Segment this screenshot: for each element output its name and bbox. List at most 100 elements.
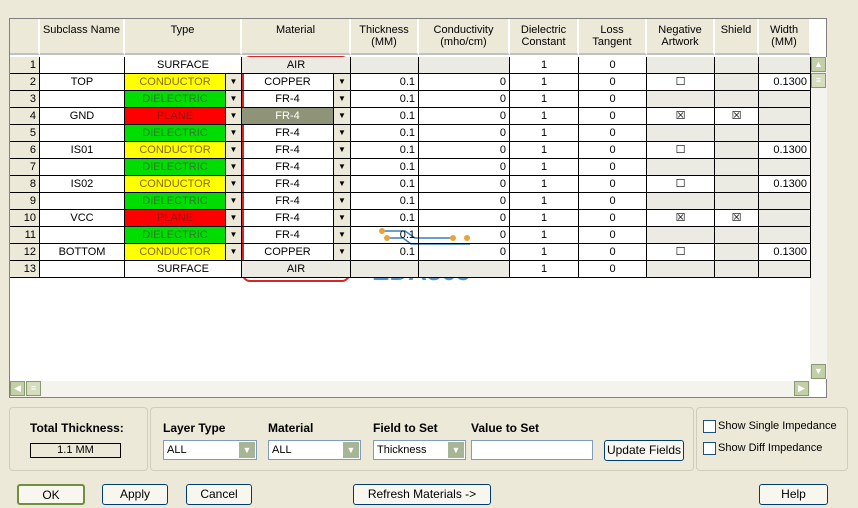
material-cell[interactable]: COPPER — [242, 244, 334, 261]
row-number[interactable]: 12 — [10, 244, 40, 261]
subclass-name-cell[interactable] — [40, 159, 125, 176]
conductivity-cell[interactable]: 0 — [419, 176, 510, 193]
dielectric-constant-cell[interactable]: 1 — [510, 176, 579, 193]
width-cell[interactable] — [759, 57, 811, 74]
row-number[interactable]: 6 — [10, 142, 40, 159]
row-number[interactable]: 11 — [10, 227, 40, 244]
subclass-name-cell[interactable]: TOP — [40, 74, 125, 91]
chevron-down-icon[interactable]: ▼ — [239, 442, 255, 458]
column-header[interactable]: Conductivity (mho/cm) — [419, 19, 510, 55]
type-cell[interactable]: DIELECTRIC — [125, 91, 226, 108]
subclass-name-cell[interactable] — [40, 193, 125, 210]
width-cell[interactable] — [759, 108, 811, 125]
column-header[interactable] — [10, 19, 40, 55]
chevron-down-icon[interactable]: ▼ — [226, 74, 242, 91]
loss-tangent-cell[interactable]: 0 — [579, 57, 647, 74]
thickness-cell[interactable] — [351, 261, 419, 278]
loss-tangent-cell[interactable]: 0 — [579, 142, 647, 159]
dielectric-constant-cell[interactable]: 1 — [510, 125, 579, 142]
material-cell[interactable]: AIR — [242, 261, 351, 278]
loss-tangent-cell[interactable]: 0 — [579, 227, 647, 244]
row-number[interactable]: 1 — [10, 57, 40, 74]
column-header[interactable]: Shield — [715, 19, 759, 55]
type-cell[interactable]: PLANE — [125, 210, 226, 227]
negative-artwork-checkbox[interactable]: ☒ — [647, 210, 715, 227]
dielectric-constant-cell[interactable]: 1 — [510, 108, 579, 125]
type-cell[interactable]: CONDUCTOR — [125, 176, 226, 193]
subclass-name-cell[interactable]: GND — [40, 108, 125, 125]
type-cell[interactable]: CONDUCTOR — [125, 244, 226, 261]
subclass-name-cell[interactable] — [40, 91, 125, 108]
dielectric-constant-cell[interactable]: 1 — [510, 261, 579, 278]
loss-tangent-cell[interactable]: 0 — [579, 159, 647, 176]
loss-tangent-cell[interactable]: 0 — [579, 210, 647, 227]
loss-tangent-cell[interactable]: 0 — [579, 244, 647, 261]
column-header[interactable]: Subclass Name — [40, 19, 125, 55]
dielectric-constant-cell[interactable]: 1 — [510, 193, 579, 210]
subclass-name-cell[interactable] — [40, 261, 125, 278]
conductivity-cell[interactable]: 0 — [419, 159, 510, 176]
width-cell[interactable] — [759, 91, 811, 108]
row-number[interactable]: 13 — [10, 261, 40, 278]
chevron-down-icon[interactable]: ▼ — [334, 74, 351, 91]
thickness-cell[interactable]: 0.1 — [351, 210, 419, 227]
width-cell[interactable] — [759, 261, 811, 278]
thickness-cell[interactable]: 0.1 — [351, 91, 419, 108]
shield-checkbox[interactable]: ☒ — [715, 108, 759, 125]
row-number[interactable]: 8 — [10, 176, 40, 193]
thickness-cell[interactable]: 0.1 — [351, 142, 419, 159]
scroll-thumb[interactable]: ≡ — [811, 73, 826, 88]
column-header[interactable]: Dielectric Constant — [510, 19, 579, 55]
chevron-down-icon[interactable]: ▼ — [334, 108, 351, 125]
shield-checkbox[interactable]: ☒ — [715, 210, 759, 227]
thickness-cell[interactable]: 0.1 — [351, 176, 419, 193]
thickness-cell[interactable] — [351, 57, 419, 74]
dielectric-constant-cell[interactable]: 1 — [510, 244, 579, 261]
width-cell[interactable] — [759, 125, 811, 142]
thickness-cell[interactable]: 0.1 — [351, 227, 419, 244]
value-to-set-input[interactable] — [471, 440, 593, 460]
row-number[interactable]: 9 — [10, 193, 40, 210]
loss-tangent-cell[interactable]: 0 — [579, 125, 647, 142]
row-number[interactable]: 4 — [10, 108, 40, 125]
chevron-down-icon[interactable]: ▼ — [226, 142, 242, 159]
conductivity-cell[interactable]: 0 — [419, 125, 510, 142]
width-cell[interactable] — [759, 193, 811, 210]
material-cell[interactable]: FR-4 — [242, 125, 334, 142]
chevron-down-icon[interactable]: ▼ — [334, 159, 351, 176]
chevron-down-icon[interactable]: ▼ — [334, 193, 351, 210]
subclass-name-cell[interactable]: IS01 — [40, 142, 125, 159]
conductivity-cell[interactable]: 0 — [419, 108, 510, 125]
negative-artwork-checkbox[interactable]: ☐ — [647, 74, 715, 91]
row-number[interactable]: 3 — [10, 91, 40, 108]
scroll-right-icon[interactable]: ▶ — [794, 381, 809, 396]
subclass-name-cell[interactable]: BOTTOM — [40, 244, 125, 261]
loss-tangent-cell[interactable]: 0 — [579, 108, 647, 125]
type-cell[interactable]: CONDUCTOR — [125, 74, 226, 91]
material-cell[interactable]: FR-4 — [242, 159, 334, 176]
chevron-down-icon[interactable]: ▼ — [226, 176, 242, 193]
negative-artwork-checkbox[interactable]: ☒ — [647, 108, 715, 125]
thickness-cell[interactable]: 0.1 — [351, 108, 419, 125]
width-cell[interactable]: 0.1300 — [759, 176, 811, 193]
scroll-down-icon[interactable]: ▼ — [811, 364, 826, 379]
loss-tangent-cell[interactable]: 0 — [579, 74, 647, 91]
chevron-down-icon[interactable]: ▼ — [334, 91, 351, 108]
thickness-cell[interactable]: 0.1 — [351, 159, 419, 176]
width-cell[interactable] — [759, 227, 811, 244]
conductivity-cell[interactable]: 0 — [419, 142, 510, 159]
subclass-name-cell[interactable] — [40, 227, 125, 244]
material-cell[interactable]: FR-4 — [242, 176, 334, 193]
chevron-down-icon[interactable]: ▼ — [448, 442, 464, 458]
update-fields-button[interactable]: Update Fields — [604, 440, 684, 461]
loss-tangent-cell[interactable]: 0 — [579, 261, 647, 278]
dielectric-constant-cell[interactable]: 1 — [510, 57, 579, 74]
chevron-down-icon[interactable]: ▼ — [226, 227, 242, 244]
field-to-set-select[interactable]: Thickness ▼ — [373, 440, 466, 460]
chevron-down-icon[interactable]: ▼ — [334, 210, 351, 227]
material-cell[interactable]: FR-4 — [242, 142, 334, 159]
layer-type-select[interactable]: ALL ▼ — [163, 440, 257, 460]
conductivity-cell[interactable]: 0 — [419, 210, 510, 227]
negative-artwork-checkbox[interactable]: ☐ — [647, 142, 715, 159]
chevron-down-icon[interactable]: ▼ — [343, 442, 359, 458]
